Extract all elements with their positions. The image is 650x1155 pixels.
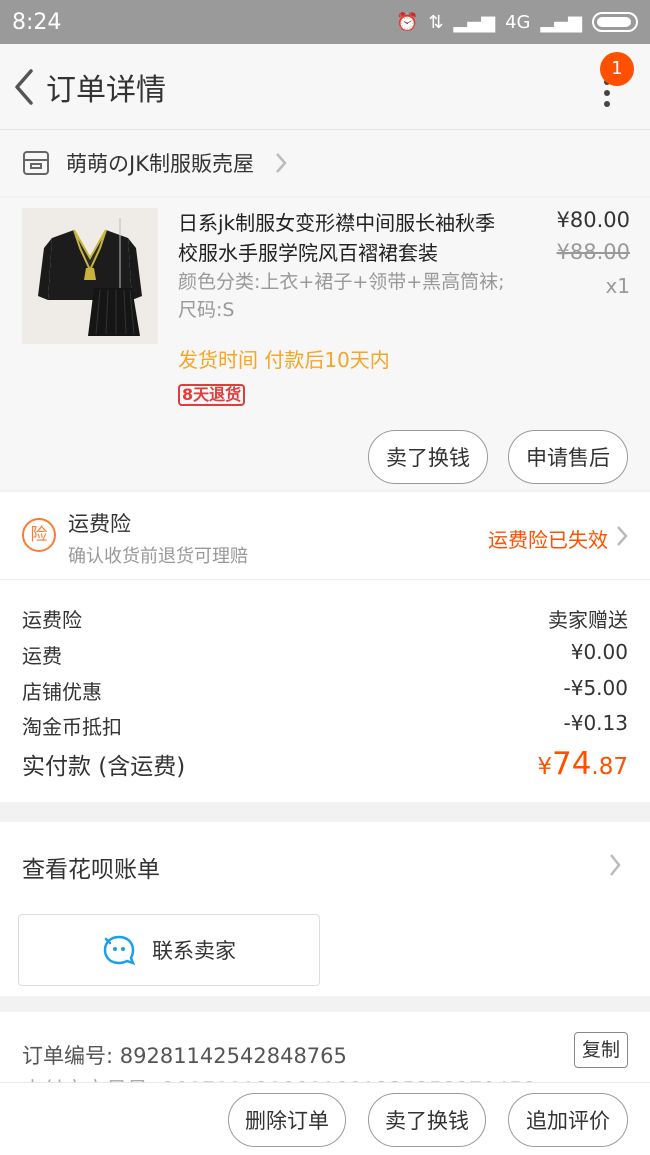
status-bar: 8:24 ⏰ ⇅ ▂▄▆ 4G ▂▄▆ — [0, 0, 650, 44]
fee-value: -¥5.00 — [563, 676, 628, 700]
fee-label: 运费险 — [22, 608, 82, 632]
insurance-title: 运费险 — [68, 512, 131, 536]
product-original-price: ¥88.00 — [556, 240, 630, 264]
total-row: 实付款 (含运费) ¥74.87 — [22, 746, 628, 782]
fee-label: 运费 — [22, 644, 62, 668]
chevron-left-icon — [15, 68, 33, 105]
battery-icon — [592, 12, 638, 32]
insurance-status: 运费险已失效 — [488, 528, 608, 552]
shop-name: 萌萌のJK制服販売屋 — [66, 152, 254, 176]
total-amount: ¥74.87 — [537, 746, 628, 782]
ship-time: 发货时间 付款后10天内 — [178, 348, 390, 372]
product-sku: 颜色分类:上衣+裙子+领带+黑高筒袜;尺码:S — [178, 271, 505, 321]
nav-header: 订单详情 1 — [0, 44, 650, 130]
fee-value: -¥0.13 — [563, 711, 628, 735]
product-quantity: x1 — [605, 274, 630, 298]
return-policy-badge: 8天退货 — [178, 384, 246, 406]
huabei-bill-link[interactable]: 查看花呗账单 — [22, 850, 160, 884]
status-time: 8:24 — [12, 9, 62, 35]
shipping-insurance-row[interactable]: 险 运费险 确认收货前退货可理赔 运费险已失效 — [0, 492, 650, 580]
chevron-right-icon — [617, 526, 628, 546]
total-label: 实付款 (含运费) — [22, 754, 186, 780]
sell-for-cash-button-bottom[interactable]: 卖了换钱 — [368, 1093, 486, 1147]
insurance-icon: 险 — [22, 518, 56, 552]
status-icons: ⏰ ⇅ ▂▄▆ 4G ▂▄▆ — [396, 12, 638, 33]
product-price: ¥80.00 — [556, 208, 630, 232]
fee-summary: 运费险 卖家赠送 运费 ¥0.00 店铺优惠 -¥5.00 淘金币抵扣 -¥0.… — [0, 580, 650, 802]
product-thumbnail[interactable] — [22, 208, 158, 344]
shop-row[interactable]: 萌萌のJK制服販売屋 — [0, 130, 650, 196]
sell-for-cash-button[interactable]: 卖了换钱 — [368, 430, 488, 484]
product-name[interactable]: 日系jk制服女变形襟中间服长袖秋季校服水手服学院风百褶裙套装 — [178, 208, 508, 268]
notification-badge: 1 — [600, 52, 634, 86]
contact-seller-button[interactable]: 联系卖家 — [18, 914, 320, 986]
network-type: 4G — [505, 11, 531, 33]
page-title: 订单详情 — [46, 72, 166, 108]
add-review-button[interactable]: 追加评价 — [508, 1093, 628, 1147]
fee-label: 淘金币抵扣 — [22, 715, 122, 739]
chevron-right-icon — [276, 153, 287, 173]
total-decimal: .87 — [591, 754, 628, 780]
insurance-desc: 确认收货前退货可理赔 — [68, 546, 248, 567]
uniform-image — [22, 208, 158, 344]
fee-row: 运费险 卖家赠送 — [22, 604, 628, 633]
fee-row: 淘金币抵扣 -¥0.13 — [22, 711, 628, 740]
more-dot-icon — [604, 90, 610, 96]
copy-button[interactable]: 复制 — [574, 1032, 628, 1068]
fee-row: 店铺优惠 -¥5.00 — [22, 676, 628, 705]
signal-icon: ▂▄▆ — [453, 11, 496, 33]
alarm-icon: ⏰ — [396, 11, 419, 33]
signal-icon-2: ▂▄▆ — [540, 11, 582, 33]
fee-label: 店铺优惠 — [22, 680, 102, 704]
delete-order-button[interactable]: 删除订单 — [228, 1093, 346, 1147]
total-currency: ¥ — [537, 754, 552, 780]
chat-bubble-icon — [103, 935, 136, 966]
fee-row: 运费 ¥0.00 — [22, 640, 628, 669]
bottom-action-bar: 删除订单 卖了换钱 追加评价 — [0, 1082, 650, 1155]
order-item[interactable]: 日系jk制服女变形襟中间服长袖秋季校服水手服学院风百褶裙套装 颜色分类:上衣+裙… — [0, 198, 650, 490]
chevron-right-icon[interactable] — [608, 852, 622, 878]
back-button[interactable] — [2, 44, 46, 130]
data-transfer-icon: ⇅ — [428, 11, 444, 33]
after-sale-button[interactable]: 申请售后 — [508, 430, 628, 484]
huabei-section: 查看花呗账单 联系卖家 — [0, 822, 650, 996]
fee-value: 卖家赠送 — [548, 608, 628, 632]
order-number: 订单编号: 89281142542848765 — [22, 1044, 347, 1068]
store-icon — [23, 151, 49, 175]
fee-value: ¥0.00 — [570, 640, 628, 664]
contact-seller-label: 联系卖家 — [152, 939, 236, 963]
more-dot-icon — [604, 101, 610, 107]
total-integer: 74 — [551, 746, 592, 782]
